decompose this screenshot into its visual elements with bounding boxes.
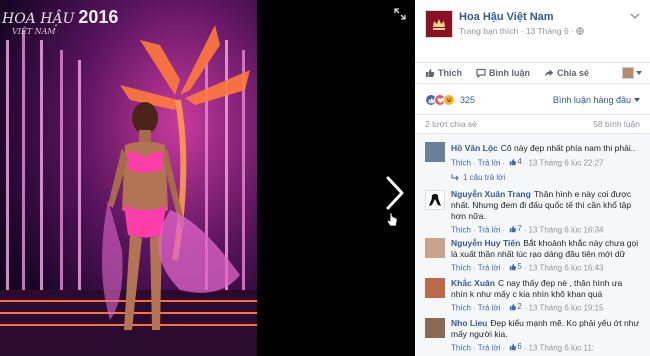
- comment-item: Khắc Xuân C nay thấy đẹp nè , thân hình ư…: [415, 276, 650, 316]
- comment-body: Nguyễn Xuân Trang Thân hình e này coi đượ…: [451, 189, 641, 222]
- comment-item: Nguyễn Xuân Trang Thân hình e này coi đượ…: [415, 186, 650, 235]
- comment-author[interactable]: Khắc Xuân: [451, 278, 495, 288]
- post-action-bar: Thích Bình luận Chia sẻ: [415, 62, 650, 84]
- photo-theater: HOA HẬU 2016 VIỆT NAM Hoa Hậu Việt Nam T…: [0, 0, 650, 356]
- hand-cursor-icon: [386, 212, 398, 227]
- comment-like-count[interactable]: 4: [509, 157, 522, 166]
- logo-text: HOA HẬU: [2, 11, 75, 27]
- comment-reply-link[interactable]: Trả lời: [478, 226, 501, 235]
- comment-body: Khắc Xuân C nay thấy đẹp nè , thân hình ư…: [451, 278, 641, 300]
- comment-author[interactable]: Nguyễn Xuân Trang: [451, 189, 531, 199]
- comment-avatar[interactable]: [425, 142, 445, 162]
- comment-like-count[interactable]: 2: [509, 302, 522, 311]
- comment-button[interactable]: Bình luận: [476, 68, 530, 78]
- ribbon-icon: [429, 194, 441, 206]
- chevron-down-icon[interactable]: [630, 11, 640, 21]
- next-arrow-icon[interactable]: [380, 175, 410, 211]
- comment-meta: Thích · Trả lời · 2 · 13 Tháng 6 lúc 19:15: [451, 302, 604, 313]
- like-icon: [510, 158, 517, 165]
- share-icon: [544, 69, 554, 77]
- like-button[interactable]: Thích: [425, 68, 462, 78]
- like-icon: [510, 343, 517, 350]
- post-date[interactable]: 13 Tháng 6: [526, 26, 569, 36]
- comment-reply-link[interactable]: Trả lời: [478, 304, 501, 313]
- comment-like-link[interactable]: Thích: [451, 264, 471, 273]
- sort-caret-icon: [634, 98, 640, 102]
- reaction-icons[interactable]: [425, 94, 455, 106]
- post-sidebar: Hoa Hậu Việt Nam Trang bạn thích · 13 Th…: [415, 0, 650, 356]
- comment-body: Nguyễn Huy Tiến Bắt khoảnh khắc này chưa …: [451, 238, 641, 260]
- comment-text: Cô này đẹp nhất phía nam thi phải..: [500, 143, 636, 153]
- comment-meta: Thích · Trả lời · 4 · 13 Tháng 6 lúc 22:27: [451, 157, 604, 168]
- share-label: Chia sẻ: [557, 68, 590, 78]
- comment-avatar[interactable]: [425, 238, 445, 258]
- expand-icon[interactable]: [394, 8, 406, 20]
- comment-like-count[interactable]: 7: [509, 224, 522, 233]
- comment-author[interactable]: Nho Lieu: [451, 318, 487, 328]
- like-icon: [510, 225, 517, 232]
- post-header: Hoa Hậu Việt Nam Trang bạn thích · 13 Th…: [415, 0, 650, 56]
- comment-date[interactable]: 13 Tháng 6 lúc 19:15: [528, 304, 603, 313]
- like-icon: [510, 263, 517, 270]
- comment-list: Hồ Văn Lộc Cô này đẹp nhất phía nam thi p…: [415, 134, 650, 356]
- comment-reply-link[interactable]: Trả lời: [478, 264, 501, 273]
- comment-item: Nho Lieu Đẹp kiểu mạnh mẽ. Ko phải yếu ớt…: [415, 316, 650, 356]
- page-name[interactable]: Hoa Hậu Việt Nam: [459, 11, 554, 23]
- post-stats: 2 lượt chia sẻ 58 bình luận: [415, 114, 650, 134]
- photo-watermark-logo: HOA HẬU 2016 VIỆT NAM: [2, 8, 118, 36]
- photo-viewer[interactable]: HOA HẬU 2016 VIỆT NAM: [0, 0, 415, 356]
- comment-like-link[interactable]: Thích: [451, 159, 471, 168]
- comment-meta: Thích · Trả lời · 6 · 13 Tháng 6 lúc 11:: [451, 342, 594, 353]
- share-button[interactable]: Chia sẻ: [544, 68, 589, 78]
- actor-caret-icon[interactable]: [636, 71, 642, 75]
- post-source: Trang bạn thích: [459, 26, 519, 36]
- crown-logo-icon: [433, 19, 445, 30]
- reaction-count[interactable]: 325: [460, 95, 475, 105]
- comment-item: Nguyễn Huy Tiến Bắt khoảnh khắc này chưa …: [415, 236, 650, 276]
- sort-label: Bình luận hàng đầu: [552, 95, 631, 105]
- reply-arrow-icon: [451, 173, 459, 180]
- shares-count[interactable]: 2 lượt chia sẻ: [425, 119, 477, 129]
- comment-like-count[interactable]: 5: [509, 262, 522, 271]
- like-icon: [426, 69, 435, 77]
- page-avatar[interactable]: [425, 10, 453, 38]
- comment-date[interactable]: 13 Tháng 6 lúc 22:27: [528, 159, 603, 168]
- comment-avatar[interactable]: [425, 318, 445, 338]
- logo-subtitle: VIỆT NAM: [12, 27, 56, 36]
- comment-like-link[interactable]: Thích: [451, 226, 471, 235]
- reactions-row: 325 Bình luận hàng đầu: [425, 92, 640, 108]
- comment-date[interactable]: 13 Tháng 6 lúc 11:: [528, 344, 594, 353]
- comment-body: Hồ Văn Lộc Cô này đẹp nhất phía nam thi p…: [451, 143, 641, 154]
- comments-count[interactable]: 58 bình luận: [593, 119, 640, 129]
- comment-date[interactable]: 13 Tháng 6 lúc 16:43: [528, 264, 603, 273]
- comment-avatar[interactable]: [425, 190, 445, 210]
- like-label: Thích: [438, 68, 462, 78]
- actor-avatar[interactable]: [622, 67, 634, 79]
- comment-meta: Thích · Trả lời · 5 · 13 Tháng 6 lúc 16:43: [451, 262, 604, 273]
- globe-icon: [576, 27, 584, 35]
- comment-like-link[interactable]: Thích: [451, 344, 471, 353]
- comment-like-count[interactable]: 6: [509, 342, 522, 351]
- haha-reaction-icon: [443, 94, 455, 106]
- comment-icon: [476, 68, 486, 78]
- comment-like-link[interactable]: Thích: [451, 304, 471, 313]
- post-photo[interactable]: HOA HẬU 2016 VIỆT NAM: [0, 0, 257, 356]
- comment-avatar[interactable]: [425, 278, 445, 298]
- comment-sort-dropdown[interactable]: Bình luận hàng đầu: [553, 95, 640, 105]
- view-replies-link[interactable]: 1 câu trả lời: [451, 173, 505, 182]
- comment-body: Nho Lieu Đẹp kiểu mạnh mẽ. Ko phải yếu ớt…: [451, 318, 641, 340]
- comment-author[interactable]: Nguyễn Huy Tiến: [451, 238, 520, 248]
- comment-date[interactable]: 13 Tháng 6 lúc 16:34: [528, 226, 603, 235]
- comment-reply-link[interactable]: Trả lời: [478, 344, 501, 353]
- comment-author[interactable]: Hồ Văn Lộc: [451, 143, 498, 153]
- comment-reply-link[interactable]: Trả lời: [478, 159, 501, 168]
- comment-meta: Thích · Trả lời · 7 · 13 Tháng 6 lúc 16:34: [451, 224, 604, 235]
- logo-year: 2016: [78, 7, 119, 27]
- post-meta: Trang bạn thích · 13 Tháng 6 ·: [459, 26, 584, 36]
- like-icon: [510, 303, 517, 310]
- photo-scene: [0, 25, 257, 356]
- comment-label: Bình luận: [489, 68, 530, 78]
